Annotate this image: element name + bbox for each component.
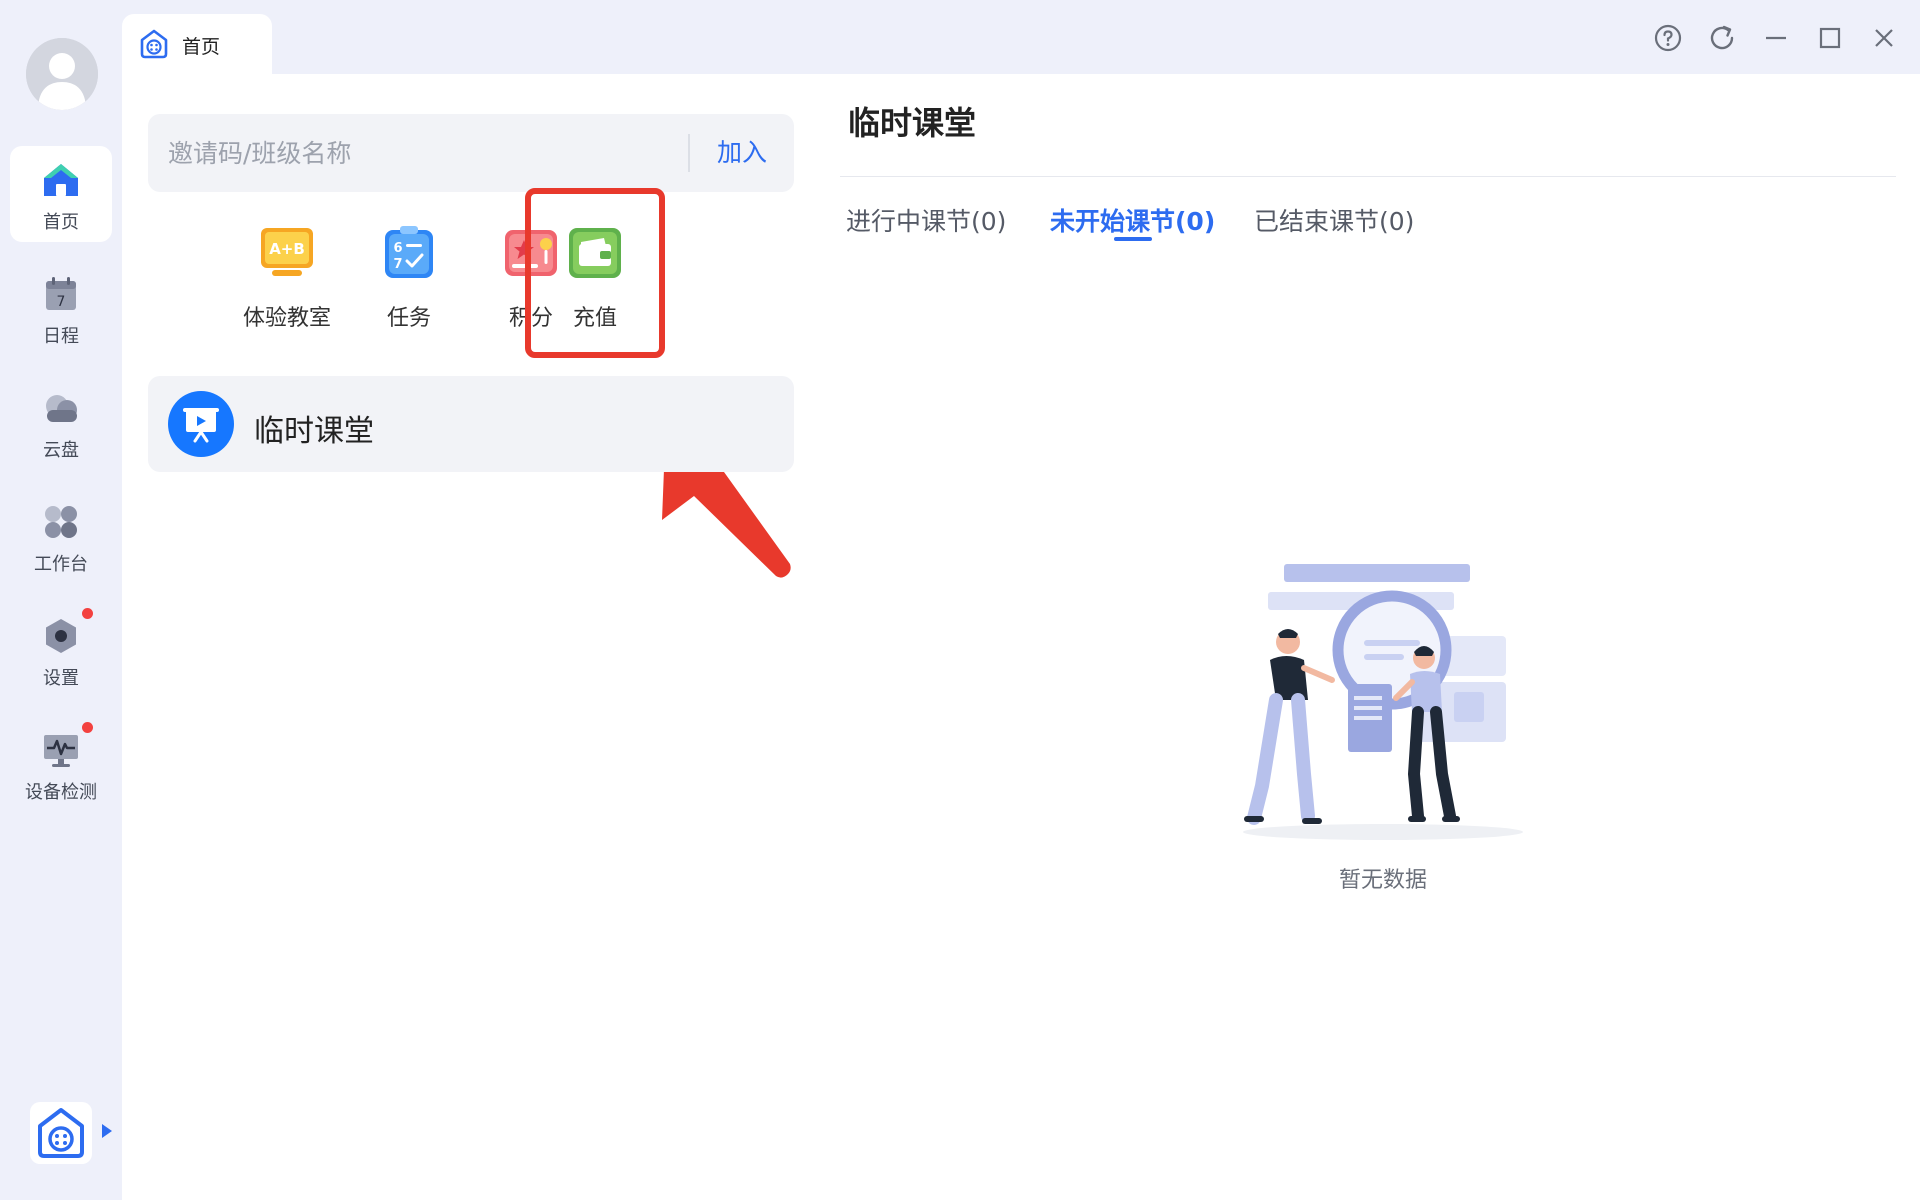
page-title: 临时课堂	[848, 104, 977, 142]
app-logo-button[interactable]	[30, 1102, 92, 1164]
main-content: 加入 A+B 体验教室 6 7 任务	[122, 74, 1920, 1200]
sidebar-item-schedule[interactable]: 7 日程	[10, 260, 112, 356]
quick-action-experience-classroom[interactable]: A+B 体验教室	[227, 224, 347, 354]
home-icon	[44, 164, 78, 196]
cloud-disk-icon	[46, 395, 77, 422]
sidebar: 首页 7 日程 云盘 工作台 设置 设备检测	[0, 0, 122, 1200]
quick-action-task[interactable]: 6 7 任务	[349, 224, 469, 354]
svg-text:6: 6	[393, 241, 402, 256]
svg-text:7: 7	[393, 257, 402, 272]
expand-arrow-icon[interactable]	[102, 1124, 112, 1138]
join-button[interactable]: 加入	[690, 114, 794, 192]
highlight-box	[525, 188, 665, 358]
help-icon[interactable]	[1652, 22, 1684, 54]
tab-not-started[interactable]: 未开始课节(0)	[1050, 202, 1215, 238]
experience-classroom-icon: A+B	[261, 228, 313, 276]
sidebar-item-label: 首页	[43, 212, 79, 233]
notification-dot	[82, 722, 93, 733]
divider	[840, 176, 1896, 177]
top-bar: 首页	[122, 0, 1920, 74]
sidebar-item-home[interactable]: 首页	[10, 146, 112, 242]
device-check-icon	[44, 735, 78, 767]
sidebar-item-label: 设置	[43, 668, 79, 689]
join-class-bar: 加入	[148, 114, 794, 192]
refresh-icon[interactable]	[1706, 22, 1738, 54]
empty-state-illustration	[1243, 564, 1523, 840]
sidebar-item-cloud-disk[interactable]: 云盘	[10, 374, 112, 470]
invite-code-input[interactable]	[148, 114, 688, 192]
tab-in-progress[interactable]: 进行中课节(0)	[846, 202, 1006, 238]
app-logo-icon	[38, 1108, 84, 1158]
svg-text:7: 7	[57, 294, 66, 310]
sidebar-item-settings[interactable]: 设置	[10, 602, 112, 698]
tab-ended[interactable]: 已结束课节(0)	[1254, 202, 1414, 238]
sidebar-item-label: 云盘	[43, 440, 79, 461]
tab-home[interactable]: 首页	[122, 14, 272, 74]
sidebar-item-label: 工作台	[34, 554, 88, 575]
home-robot-icon	[140, 29, 168, 59]
notification-dot	[82, 608, 93, 619]
empty-state-text: 暂无数据	[1338, 868, 1427, 893]
maximize-icon[interactable]	[1814, 22, 1846, 54]
user-avatar-icon	[26, 38, 98, 110]
tab-label: 首页	[182, 36, 221, 58]
sidebar-item-workbench[interactable]: 工作台	[10, 488, 112, 584]
svg-text:A+B: A+B	[269, 240, 305, 258]
sidebar-item-label: 设备检测	[25, 782, 97, 803]
active-tab-indicator	[1114, 237, 1152, 241]
workbench-icon	[45, 506, 77, 538]
task-icon: 6 7	[385, 226, 433, 278]
settings-icon	[46, 619, 76, 653]
calendar-icon: 7	[46, 277, 76, 310]
minimize-icon[interactable]	[1760, 22, 1792, 54]
quick-action-label: 体验教室	[242, 306, 331, 331]
sidebar-item-label: 日程	[43, 326, 79, 347]
temporary-class-card[interactable]: 临时课堂	[148, 376, 794, 472]
presentation-icon	[168, 391, 234, 457]
quick-action-label: 任务	[386, 306, 431, 331]
avatar[interactable]	[26, 38, 98, 110]
close-icon[interactable]	[1868, 22, 1900, 54]
class-card-title: 临时课堂	[254, 414, 374, 449]
sidebar-item-device-check[interactable]: 设备检测	[10, 716, 112, 812]
